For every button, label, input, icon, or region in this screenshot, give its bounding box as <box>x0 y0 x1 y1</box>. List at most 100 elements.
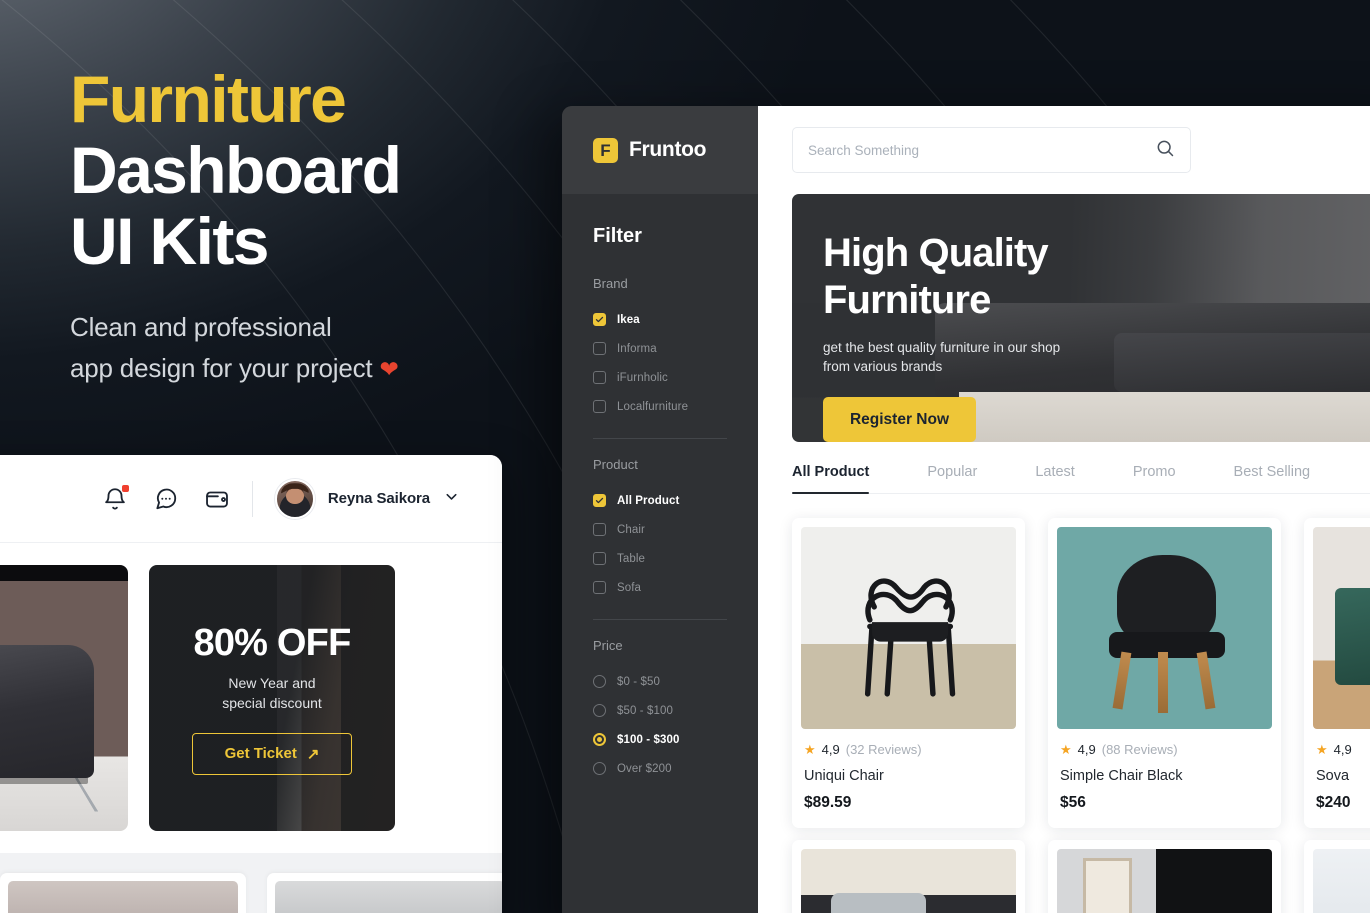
product-card[interactable] <box>1304 840 1370 913</box>
product-image <box>1057 849 1272 913</box>
hero-heading: Furniture Dashboard UI Kits <box>70 64 530 277</box>
filter-group-label-product: Product <box>593 457 638 472</box>
content-area: High Quality Furniture get the best qual… <box>758 194 1370 913</box>
get-ticket-label: Get Ticket <box>224 745 297 762</box>
tab-all-product[interactable]: All Product <box>792 464 870 494</box>
hero-text-block: Furniture Dashboard UI Kits Clean and pr… <box>70 64 530 390</box>
checkbox-icon[interactable] <box>593 552 606 565</box>
banner-subtitle-line2: from various brands <box>823 359 943 374</box>
tab-popular[interactable]: Popular <box>927 464 977 493</box>
radio-icon[interactable] <box>593 762 606 775</box>
promo-subtitle-line1: New Year and <box>228 674 316 691</box>
product-card[interactable] <box>1048 840 1281 913</box>
hero-line-dashboard: Dashboard <box>70 133 402 207</box>
search-icon[interactable] <box>1155 138 1175 163</box>
checkbox-icon[interactable] <box>593 342 606 355</box>
promo-subtitle: New Year and special discount <box>222 673 322 713</box>
product-price: $240 <box>1316 794 1351 811</box>
app-logo[interactable]: F Fruntoo <box>562 106 758 194</box>
filter-option-price-over-200[interactable]: Over $200 <box>593 754 727 783</box>
rating-value: 4,9 <box>1077 742 1096 757</box>
filter-option-informa[interactable]: Informa <box>593 334 727 363</box>
filter-option-chair[interactable]: Chair <box>593 515 727 544</box>
topbar-divider <box>251 480 253 517</box>
filter-option-price-100-300[interactable]: $100 - $300 <box>593 725 727 754</box>
product-card[interactable]: ★ 4,9 (32 Reviews) Uniqui Chair $89.59 <box>792 518 1025 828</box>
chevron-down-icon[interactable] <box>443 488 460 510</box>
checkbox-icon[interactable] <box>593 313 606 326</box>
product-rating: ★ 4,9 (32 Reviews) <box>804 742 1013 757</box>
filter-option-ifurnholic[interactable]: iFurnholic <box>593 363 727 392</box>
product-price: $56 <box>1060 794 1086 811</box>
filter-option-table[interactable]: Table <box>593 544 727 573</box>
product-tabs: All Product Popular Latest Promo Best Se… <box>792 464 1370 494</box>
banner-text: High Quality Furniture get the best qual… <box>792 194 1370 442</box>
banner-subtitle: get the best quality furniture in our sh… <box>823 338 1370 376</box>
mini-card-1 <box>0 873 246 913</box>
product-image <box>1057 527 1272 729</box>
bell-icon[interactable] <box>102 484 129 512</box>
wallet-icon[interactable] <box>204 486 230 512</box>
product-meta: ★ 4,9 Sova $240 <box>1313 729 1370 828</box>
search-bar[interactable] <box>792 127 1191 173</box>
checkbox-icon[interactable] <box>593 400 606 413</box>
filter-option-localfurniture[interactable]: Localfurniture <box>593 392 727 421</box>
product-image <box>801 527 1016 729</box>
product-rating: ★ 4,9 <box>1316 742 1370 757</box>
product-card[interactable]: ★ 4,9 Sova $240 <box>1304 518 1370 828</box>
tab-promo[interactable]: Promo <box>1133 464 1176 493</box>
product-grid-row-2 <box>792 840 1370 913</box>
chat-icon[interactable] <box>153 486 179 512</box>
filter-option-label: Sofa <box>617 581 642 594</box>
radio-icon[interactable] <box>593 733 606 746</box>
filter-option-label: iFurnholic <box>617 371 668 384</box>
filter-option-label: All Product <box>617 494 680 507</box>
radio-icon[interactable] <box>593 675 606 688</box>
filter-option-price-0-50[interactable]: $0 - $50 <box>593 667 727 696</box>
filter-option-label: Ikea <box>617 313 640 326</box>
chair-leg <box>1196 651 1216 710</box>
filter-option-ikea[interactable]: Ikea <box>593 305 727 334</box>
checkbox-icon[interactable] <box>593 581 606 594</box>
product-card[interactable] <box>792 840 1025 913</box>
product-card[interactable]: ★ 4,9 (88 Reviews) Simple Chair Black $5… <box>1048 518 1281 828</box>
filter-option-sofa[interactable]: Sofa <box>593 573 727 602</box>
main-content: High Quality Furniture get the best qual… <box>758 106 1370 913</box>
filter-option-label: $100 - $300 <box>617 733 680 746</box>
left-dashboard-preview-card: Reyna Saikora 80% OFF New Year and speci… <box>0 455 502 913</box>
product-image <box>1313 849 1370 913</box>
hero-subtitle-line1: Clean and professional <box>70 312 332 342</box>
product-name: Simple Chair Black <box>1060 768 1183 784</box>
rating-value: 4,9 <box>821 742 840 757</box>
promo-title: 80% OFF <box>193 621 352 664</box>
filter-separator <box>593 619 727 620</box>
user-menu[interactable]: Reyna Saikora <box>274 478 460 519</box>
checkbox-icon[interactable] <box>593 523 606 536</box>
filter-option-label: Table <box>617 552 645 565</box>
radio-icon[interactable] <box>593 704 606 717</box>
product-grid-row-1: ★ 4,9 (32 Reviews) Uniqui Chair $89.59 ★… <box>792 518 1370 828</box>
register-now-button[interactable]: Register Now <box>823 397 976 442</box>
chair-leg <box>1112 651 1132 710</box>
product-meta: ★ 4,9 (32 Reviews) Uniqui Chair $89.59 <box>801 729 1016 828</box>
filter-option-label: $0 - $50 <box>617 675 660 688</box>
review-count: (32 Reviews) <box>845 742 922 757</box>
filter-option-price-50-100[interactable]: $50 - $100 <box>593 696 727 725</box>
left-dashboard-icon-group <box>102 484 230 512</box>
left-dashboard-topbar: Reyna Saikora <box>0 455 502 543</box>
banner-subtitle-line1: get the best quality furniture in our sh… <box>823 340 1061 355</box>
product-meta: ★ 4,9 (88 Reviews) Simple Chair Black $5… <box>1057 729 1272 828</box>
heart-icon: ❤ <box>379 356 399 382</box>
product-image <box>801 849 1016 913</box>
product-image <box>1313 527 1370 729</box>
checkbox-icon[interactable] <box>593 494 606 507</box>
tab-latest[interactable]: Latest <box>1035 464 1075 493</box>
checkbox-icon[interactable] <box>593 371 606 384</box>
get-ticket-button[interactable]: Get Ticket ↗ <box>192 732 352 775</box>
search-input[interactable] <box>808 142 1145 158</box>
filter-option-label: Informa <box>617 342 657 355</box>
product-name: Sova <box>1316 768 1350 784</box>
filter-option-all-product[interactable]: All Product <box>593 486 727 515</box>
sofa-image-tile <box>0 565 128 831</box>
tab-best-selling[interactable]: Best Selling <box>1234 464 1311 493</box>
